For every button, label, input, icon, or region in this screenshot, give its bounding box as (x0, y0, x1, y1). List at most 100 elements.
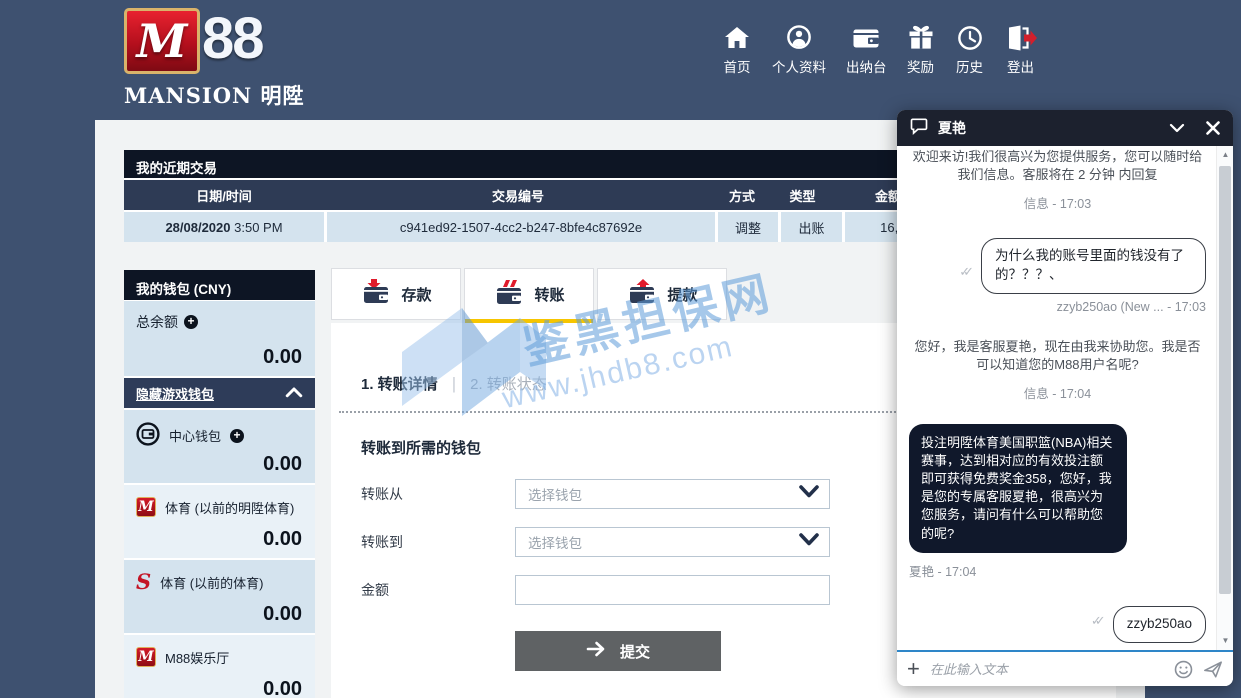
m88-logo[interactable]: M 88 MANSION 明陞 (124, 8, 304, 110)
submit-label: 提交 (620, 641, 650, 662)
arrow-right-icon (586, 641, 608, 661)
chat-text-input[interactable] (930, 662, 1164, 677)
cashier-tabs: 存款 转账 提款 (331, 268, 727, 320)
transfer-from-label: 转账从 (361, 484, 515, 504)
m88-monogram: M (137, 14, 188, 68)
nav-rewards[interactable]: 奖励 (907, 24, 935, 76)
tab-transfer[interactable]: 转账 (464, 268, 594, 320)
wallet-total-value: 0.00 (263, 346, 302, 369)
rewards-icon (907, 24, 935, 52)
nav-cashier[interactable]: 出纳台 (846, 24, 887, 76)
chat-user-message: zzyb250ao (1113, 606, 1206, 643)
wallet-item-label: 体育 (以前的体育) (160, 573, 263, 592)
nav-home[interactable]: 首页 (722, 24, 752, 76)
nav-rewards-label: 奖励 (907, 56, 934, 76)
chat-message-meta: 夏艳 - 17:04 (909, 561, 1206, 580)
wallet-item-central[interactable]: 中心钱包 + 0.00 (124, 410, 315, 483)
chevron-down-icon (799, 533, 819, 551)
step-details: 1. 转账详情 (361, 373, 438, 394)
chat-message-list: 欢迎来访!我们很高兴为您提供服务，您可以随时给我们信息。客服将在 2 分钟 内回… (897, 146, 1216, 650)
scroll-down-icon[interactable]: ▼ (1217, 634, 1234, 648)
send-icon[interactable] (1203, 660, 1223, 679)
wallet-title: 我的钱包 (CNY) (124, 270, 315, 300)
tab-withdraw-label: 提款 (667, 284, 697, 305)
tab-deposit-label: 存款 (401, 284, 431, 305)
scrollbar-thumb[interactable] (1219, 166, 1231, 594)
chat-system-message: 您好，我是客服夏艳，现在由我来协助您。我是否可以知道您的M88用户名呢? (909, 338, 1206, 375)
wallet-item-value: 0.00 (263, 603, 302, 626)
tab-withdraw[interactable]: 提款 (597, 268, 727, 320)
m88-number: 88 (202, 8, 263, 70)
nav-logout[interactable]: 登出 (1005, 24, 1037, 76)
nav-logout-label: 登出 (1007, 56, 1034, 76)
wallet-item-value: 0.00 (263, 528, 302, 551)
chevron-up-icon (285, 386, 303, 401)
deposit-wallet-icon (360, 278, 392, 310)
m88-square-icon: M (136, 497, 156, 517)
submit-button[interactable]: 提交 (515, 631, 721, 671)
chevron-down-icon (799, 485, 819, 503)
select-placeholder: 选择钱包 (528, 532, 582, 552)
cell-txn-id: c941ed92-1507-4cc2-b247-8bfe4c87692e (327, 212, 715, 242)
chat-close-icon[interactable] (1205, 120, 1221, 136)
tab-deposit[interactable]: 存款 (331, 268, 461, 320)
wallet-item-casino[interactable]: M M88娱乐厅 0.00 (124, 635, 315, 698)
scroll-up-icon[interactable]: ▲ (1217, 148, 1234, 162)
amount-input[interactable] (515, 575, 830, 605)
transfer-wallet-icon (493, 279, 525, 311)
txn-date: 28/08/2020 (165, 220, 230, 235)
m88-monogram-box: M (124, 8, 200, 74)
chat-input-bar: + (897, 650, 1233, 686)
chat-agent-message: 投注明陞体育美国职篮(NBA)相关赛事，达到相对应的有效投注额即可获得免费奖金3… (909, 424, 1127, 553)
cell-method: 调整 (718, 212, 778, 242)
chat-message-meta: 信息 - 17:04 (909, 383, 1206, 402)
step-divider: | (452, 374, 456, 394)
chat-message-meta: 信息 - 17:03 (909, 193, 1206, 212)
wallet-item-sports[interactable]: S 体育 (以前的体育) 0.00 (124, 560, 315, 633)
wallet-item-label: M88娱乐厅 (165, 648, 229, 667)
chat-bubble-icon (909, 116, 929, 141)
chat-minimize-icon[interactable] (1168, 122, 1186, 134)
delivered-ticks-icon: ✓✓ (959, 264, 974, 294)
col-txnid-header: 交易编号 (324, 186, 712, 205)
amount-label: 金额 (361, 580, 515, 600)
plus-icon[interactable]: + (230, 429, 244, 443)
cell-date: 28/08/2020 3:50 PM (124, 212, 324, 242)
step-status: 2. 转账状态 (470, 373, 547, 394)
brand-text: MANSION 明陞 (124, 80, 304, 110)
wallet-item-value: 0.00 (263, 678, 302, 698)
form-section-title: 转账到所需的钱包 (361, 437, 481, 458)
s-sports-icon: S (136, 572, 151, 592)
chat-agent-name: 夏艳 (938, 118, 1159, 138)
transfer-from-select[interactable]: 选择钱包 (515, 479, 830, 509)
transfer-to-label: 转账到 (361, 532, 515, 552)
profile-icon (784, 24, 814, 52)
wallet-sidebar: 我的钱包 (CNY) 总余额 + 0.00 隐藏游戏钱包 中心钱包 + 0.00 (124, 270, 315, 698)
chat-message-meta: zzyb250ao (New ... - 17:03 (909, 300, 1206, 314)
nav-profile-label: 个人资料 (772, 56, 826, 76)
central-wallet-icon (136, 422, 160, 449)
nav-cashier-label: 出纳台 (846, 56, 887, 76)
transfer-to-select[interactable]: 选择钱包 (515, 527, 830, 557)
emoji-icon[interactable] (1174, 660, 1193, 679)
nav-home-label: 首页 (724, 56, 751, 76)
hidden-wallets-toggle[interactable]: 隐藏游戏钱包 (124, 378, 315, 408)
nav-profile[interactable]: 个人资料 (772, 24, 826, 76)
select-placeholder: 选择钱包 (528, 484, 582, 504)
live-chat-widget: 夏艳 欢迎来访!我们很高兴为您提供服务，您可以随时给我们信息。客服将在 2 分钟… (897, 110, 1233, 686)
withdraw-wallet-icon (626, 278, 658, 310)
wallet-item-msports[interactable]: M 体育 (以前的明陞体育) 0.00 (124, 485, 315, 558)
tab-transfer-label: 转账 (534, 284, 564, 305)
home-icon (722, 24, 752, 52)
attach-plus-icon[interactable]: + (907, 659, 920, 679)
wallet-item-value: 0.00 (263, 453, 302, 476)
nav-history[interactable]: 历史 (955, 24, 985, 76)
wallet-total-label: 总余额 (136, 312, 178, 332)
txn-time: 3:50 PM (234, 220, 282, 235)
cell-type: 出账 (781, 212, 842, 242)
top-navigation: 首页 个人资料 出纳台 奖励 历史 登出 (722, 24, 1037, 76)
plus-icon[interactable]: + (184, 315, 198, 329)
wallet-total-block: 总余额 + 0.00 (124, 301, 315, 376)
chat-scrollbar[interactable]: ▲ ▼ (1216, 146, 1233, 650)
chat-header[interactable]: 夏艳 (897, 110, 1233, 146)
